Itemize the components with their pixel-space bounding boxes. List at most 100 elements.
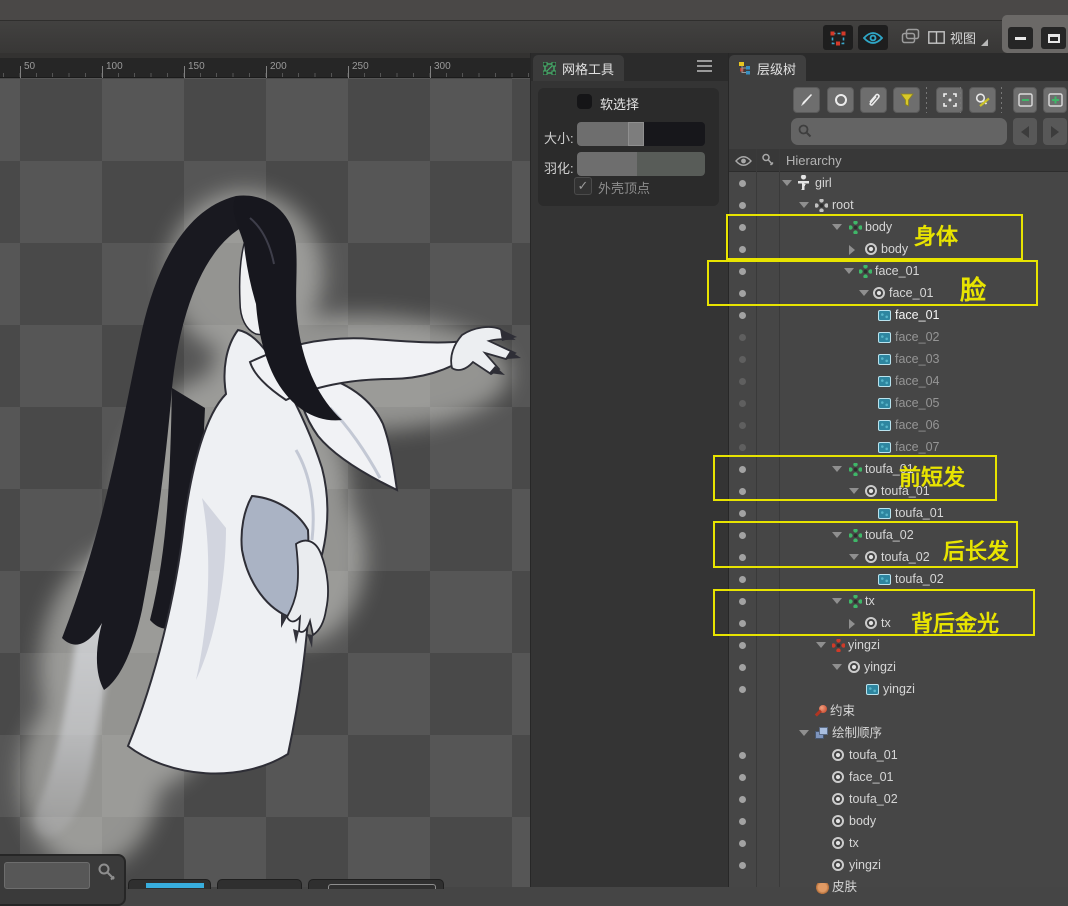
paint-select-button[interactable] (793, 87, 820, 113)
visibility-dot[interactable] (739, 334, 746, 341)
expand-arrow-down-icon[interactable] (799, 730, 809, 736)
dropdown-corner-icon (981, 39, 988, 46)
circle-select-button[interactable] (827, 87, 854, 113)
visibility-toggle-button[interactable] (858, 25, 888, 50)
arrow-left-icon (1021, 126, 1029, 138)
view-menu-label: 视图 (950, 28, 976, 47)
visibility-dot[interactable] (739, 180, 746, 187)
size-slider-handle[interactable] (628, 122, 644, 146)
tree-row-label: face_01 (889, 282, 933, 304)
search-back-button[interactable] (1013, 118, 1037, 145)
slot-icon (865, 551, 877, 563)
titlebar: 视图 (0, 20, 1068, 53)
visibility-dot[interactable] (739, 576, 746, 583)
key-column-icon (761, 153, 775, 168)
visibility-dot[interactable] (739, 598, 746, 605)
expand-arrow-right-icon[interactable] (849, 245, 855, 255)
expand-arrow-down-icon[interactable] (832, 224, 842, 230)
keyframe-field[interactable] (4, 862, 90, 889)
tree-row-label: toufa_02 (865, 524, 914, 546)
bottom-toolbar-button-1[interactable] (128, 879, 211, 889)
search-forward-button[interactable] (1043, 118, 1067, 145)
tree-row-label: face_07 (895, 436, 939, 458)
expand-arrow-down-icon[interactable] (832, 532, 842, 538)
feather-slider[interactable] (577, 152, 705, 176)
expand-arrow-down-icon[interactable] (832, 466, 842, 472)
size-slider[interactable] (577, 122, 705, 146)
visibility-dot[interactable] (739, 290, 746, 297)
soft-select-checkbox[interactable] (577, 94, 592, 109)
duplicate-view-icon[interactable] (901, 28, 921, 50)
visibility-dot[interactable] (739, 224, 746, 231)
link-button[interactable] (860, 87, 887, 113)
visibility-dot[interactable] (739, 642, 746, 649)
bottom-toolbar-button-3[interactable] (308, 879, 444, 889)
expand-arrow-down-icon[interactable] (799, 202, 809, 208)
hull-vertices-checkbox[interactable]: ✓ (574, 177, 592, 195)
search-edit-button[interactable] (969, 87, 996, 113)
visibility-dot[interactable] (739, 862, 746, 869)
expand-arrow-down-icon[interactable] (844, 268, 854, 274)
visibility-dot[interactable] (739, 312, 746, 319)
expand-all-button[interactable] (1043, 87, 1067, 113)
visibility-dot[interactable] (739, 268, 746, 275)
visibility-dot[interactable] (739, 554, 746, 561)
panel-menu-icon[interactable] (697, 60, 712, 72)
center-view-button[interactable] (936, 87, 963, 113)
feather-slider-fill (577, 152, 637, 176)
ruler-label: 250 (352, 61, 369, 72)
slot-icon (832, 771, 844, 783)
viewport-canvas[interactable]: 50100150200250300 (0, 53, 530, 887)
visibility-dot[interactable] (739, 620, 746, 627)
visibility-dot[interactable] (739, 488, 746, 495)
visibility-dot[interactable] (739, 532, 746, 539)
visibility-dot[interactable] (739, 356, 746, 363)
expand-arrow-down-icon[interactable] (859, 290, 869, 296)
expand-arrow-right-icon[interactable] (849, 619, 855, 629)
expand-arrow-down-icon[interactable] (849, 554, 859, 560)
hierarchy-tabbar: 层级树 (729, 53, 1068, 81)
bone-green-icon (849, 529, 862, 542)
visibility-dot[interactable] (739, 752, 746, 759)
visibility-dot[interactable] (739, 422, 746, 429)
visibility-dot[interactable] (739, 378, 746, 385)
bottom-toolbar-button-2[interactable] (217, 879, 302, 889)
search-input[interactable] (791, 118, 1007, 145)
mesh-tab-label: 网格工具 (562, 59, 614, 78)
ruler-tick (102, 66, 103, 78)
visibility-dot[interactable] (739, 400, 746, 407)
filter-button[interactable] (893, 87, 920, 113)
visibility-dot[interactable] (739, 510, 746, 517)
visibility-dot[interactable] (739, 840, 746, 847)
character-illustration (0, 78, 530, 887)
expand-arrow-down-icon[interactable] (832, 598, 842, 604)
hierarchy-header-label: Hierarchy (786, 153, 842, 168)
visibility-dot[interactable] (739, 466, 746, 473)
key-icon[interactable] (96, 861, 118, 885)
expand-arrow-down-icon[interactable] (849, 488, 859, 494)
expand-arrow-down-icon[interactable] (816, 642, 826, 648)
tree-row-label: face_06 (895, 414, 939, 436)
tab-mesh-tool[interactable]: 网格工具 (533, 55, 624, 81)
visibility-dot[interactable] (739, 444, 746, 451)
expand-arrow-down-icon[interactable] (832, 664, 842, 670)
visibility-dot[interactable] (739, 796, 746, 803)
visibility-dot[interactable] (739, 818, 746, 825)
visibility-dot[interactable] (739, 686, 746, 693)
visibility-dot[interactable] (739, 246, 746, 253)
size-slider-fill (577, 122, 628, 146)
view-menu-button[interactable]: 视图 (928, 25, 988, 50)
visibility-dot[interactable] (739, 774, 746, 781)
visibility-dot[interactable] (739, 202, 746, 209)
ruler-tick (184, 66, 185, 78)
transform-tool-button[interactable] (823, 25, 853, 50)
size-label: 大小: (544, 128, 574, 147)
minimize-button[interactable] (1008, 27, 1033, 49)
tree-row-label: body (849, 810, 876, 832)
maximize-button[interactable] (1041, 27, 1066, 49)
expand-arrow-down-icon[interactable] (782, 180, 792, 186)
visibility-dot[interactable] (739, 664, 746, 671)
column-divider (779, 149, 780, 887)
collapse-all-button[interactable] (1013, 87, 1037, 113)
tab-hierarchy[interactable]: 层级树 (729, 55, 806, 81)
